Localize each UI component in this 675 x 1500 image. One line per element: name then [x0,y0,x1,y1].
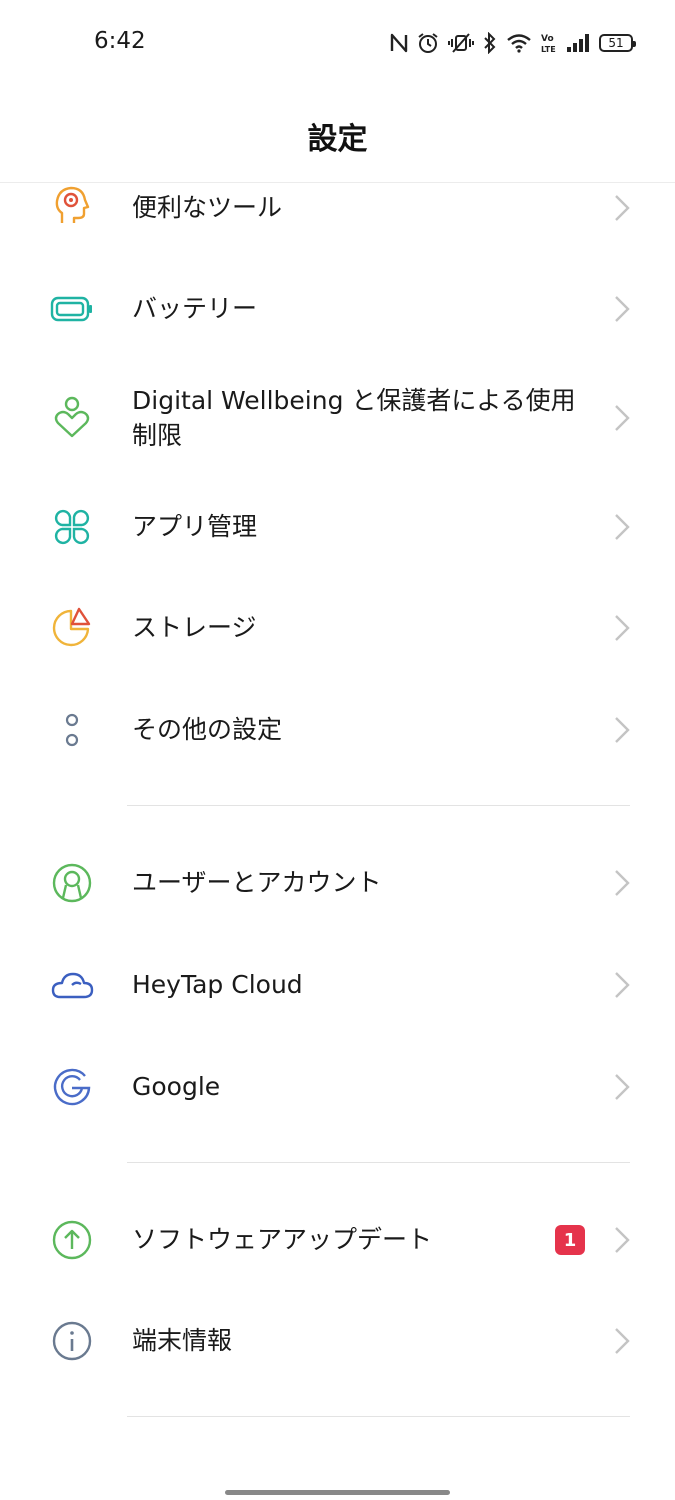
signal-icon [566,33,590,53]
chevron-right-icon [615,1328,630,1354]
wellbeing-icon [50,396,94,440]
settings-item-label: Digital Wellbeing と保護者による使用制限 [132,386,576,450]
software-update-icon [50,1218,94,1262]
settings-item-label: Google [132,1072,221,1101]
settings-item-storage[interactable]: ストレージ [0,603,675,653]
user-account-icon [50,861,94,905]
section-divider [127,805,630,806]
settings-item-heytap-cloud[interactable]: HeyTap Cloud [0,960,675,1010]
vibrate-icon [448,32,474,54]
nfc-icon [390,33,408,53]
settings-item-label: 端末情報 [132,1326,233,1355]
status-icons: Vo LTE 51 [390,30,636,56]
chevron-right-icon [615,615,630,641]
volte-icon: Vo LTE [541,32,557,54]
svg-text:Vo: Vo [541,34,554,44]
wifi-icon [506,33,532,53]
chevron-right-icon [615,972,630,998]
more-settings-icon [50,708,94,752]
chevron-right-icon [615,870,630,896]
status-time: 6:42 [94,28,146,54]
chevron-right-icon [615,1074,630,1100]
settings-item-app-management[interactable]: アプリ管理 [0,502,675,552]
chevron-right-icon [615,717,630,743]
bluetooth-icon [483,32,497,54]
chevron-right-icon [615,195,630,221]
status-bar: 6:42 Vo LTE 51 [0,0,675,86]
page-title: 設定 [307,122,368,157]
section-divider [127,1162,630,1163]
settings-item-google[interactable]: Google [0,1062,675,1112]
settings-item-label: バッテリー [132,294,258,323]
battery-icon: 51 [599,34,636,52]
cloud-icon [50,963,94,1007]
settings-item-label: アプリ管理 [132,512,258,541]
chevron-right-icon [615,405,630,431]
chevron-right-icon [615,514,630,540]
section-divider [127,1416,630,1417]
settings-item-label: HeyTap Cloud [132,970,303,999]
google-icon [50,1065,94,1109]
settings-item-label: 便利なツール [132,193,283,222]
alarm-icon [417,32,439,54]
settings-item-device-info[interactable]: 端末情報 [0,1316,675,1366]
settings-item-digital-wellbeing[interactable]: Digital Wellbeing と保護者による使用制限 [0,380,675,456]
update-count-badge: 1 [555,1225,585,1255]
settings-item-label: ユーザーとアカウント [132,868,382,897]
battery-icon [50,287,94,331]
svg-text:LTE: LTE [541,45,556,54]
settings-item-software-update[interactable]: ソフトウェアアップデート 1 [0,1215,675,1265]
chevron-right-icon [615,296,630,322]
app-management-icon [50,505,94,549]
storage-icon [50,606,94,650]
settings-item-smart-tools[interactable]: 便利なツール [0,183,675,233]
settings-item-label: その他の設定 [132,715,283,744]
battery-level: 51 [608,36,624,50]
settings-item-battery[interactable]: バッテリー [0,284,675,334]
chevron-right-icon [615,1227,630,1253]
settings-item-label: ストレージ [132,613,257,642]
settings-item-more-settings[interactable]: その他の設定 [0,705,675,755]
smart-tools-icon [50,183,94,227]
info-icon [50,1319,94,1363]
settings-item-users-accounts[interactable]: ユーザーとアカウント [0,858,675,908]
home-indicator[interactable] [225,1490,450,1495]
settings-item-label: ソフトウェアアップデート [132,1225,433,1254]
header: 設定 [0,86,675,183]
